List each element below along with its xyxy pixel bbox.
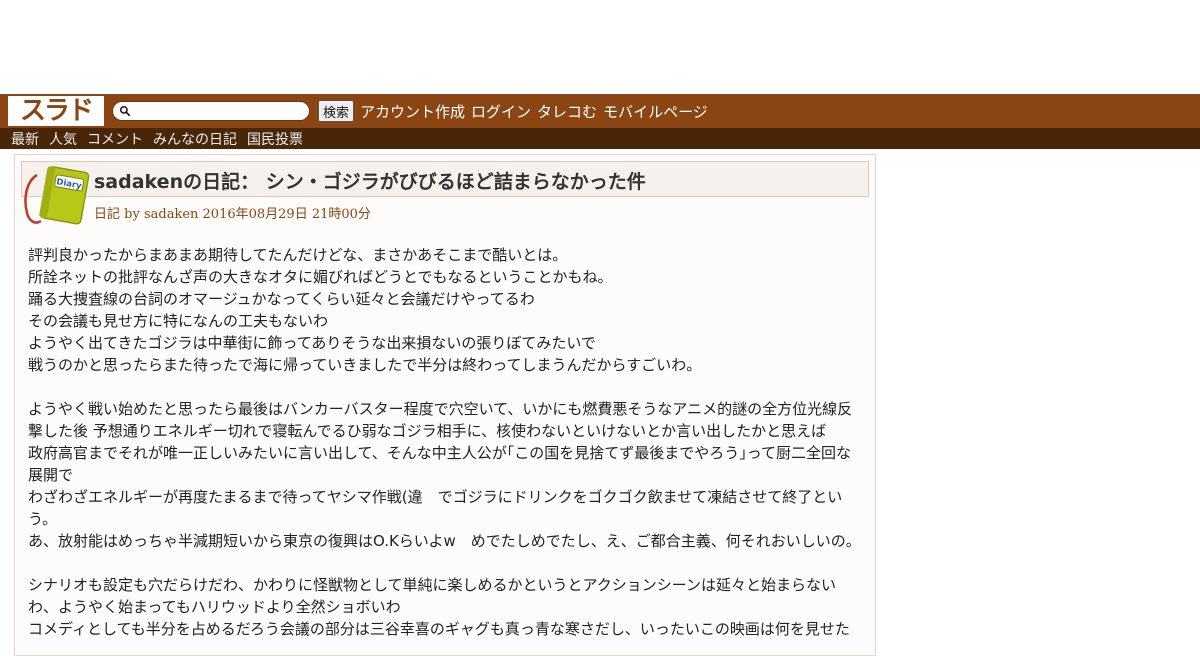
body-line: 戦うのかと思ったらまた待ったで海に帰っていきましたで半分は終わってしまうんだから…: [28, 356, 702, 374]
login-link[interactable]: ログイン: [471, 101, 531, 122]
site-logo[interactable]: スラド: [8, 96, 104, 126]
submit-story-link[interactable]: タレコむ: [537, 101, 597, 122]
body-line: コメディとしても半分を占めるだろう会議の部分は三谷幸喜のギャグも真っ青な寒さだし…: [28, 620, 850, 638]
article-title[interactable]: sadakenの日記： シン・ゴジラがびびるほど詰まらなかった件: [94, 167, 646, 194]
body-line: 所詮ネットの批評なんざ声の大きなオタに媚びればどうとでもなるということかもね。: [28, 268, 613, 286]
body-line: ようやく出てきたゴジラは中華街に飾ってありそうな出来損ないの張りぼてみたいで: [28, 334, 596, 352]
body-line: 評判良かったからまあまあ期待してたんだけどな、まさかあそこまで酷いとは。: [28, 246, 568, 264]
body-line: シナリオも設定も穴だらけだわ、かわりに怪獣物として単純に楽しめるかというとアクシ…: [28, 576, 837, 616]
body-line: あ、放射能はめっちゃ半減期短いから東京の復興はO.Kらいよw めでたしめでたし、…: [28, 532, 861, 550]
mobile-page-link[interactable]: モバイルページ: [603, 101, 708, 122]
search-box: [112, 101, 310, 121]
nav-everyones-diary[interactable]: みんなの日記: [153, 129, 237, 149]
nav-comments[interactable]: コメント: [87, 129, 143, 149]
ad-space: [0, 0, 1200, 94]
body-line: 踊る大捜査線の台詞のオマージュかなってくらい延々と会議だけやってるわ: [28, 290, 535, 308]
body-line: ようやく戦い始めたと思ったら最後はバンカーバスター程度で穴空いて、いかにも燃費悪…: [28, 400, 853, 440]
article-body: 評判良かったからまあまあ期待してたんだけどな、まさかあそこまで酷いとは。 所詮ネ…: [28, 244, 864, 640]
site-header: スラド 検索 アカウント作成 ログイン タレコむ モバイルページ: [0, 94, 1200, 128]
nav-popular[interactable]: 人気: [49, 129, 77, 149]
nav-polls[interactable]: 国民投票: [247, 129, 303, 149]
search-input[interactable]: [131, 103, 309, 119]
section-nav: 最新 人気 コメント みんなの日記 国民投票: [0, 128, 1200, 149]
body-line: 政府高官までそれが唯一正しいみたいに言い出して、そんな中主人公が｢この国を見捨て…: [28, 444, 852, 484]
nav-latest[interactable]: 最新: [11, 129, 39, 149]
search-icon: [119, 105, 130, 116]
search-button[interactable]: 検索: [318, 100, 355, 122]
article-byline: 日記 by sadaken 2016年08月29日 21時00分: [94, 203, 371, 222]
category-link[interactable]: 日記: [94, 207, 120, 222]
diary-article: sadakenの日記： シン・ゴジラがびびるほど詰まらなかった件 Diary 日…: [14, 154, 876, 656]
create-account-link[interactable]: アカウント作成: [360, 101, 465, 122]
article-title-bar: sadakenの日記： シン・ゴジラがびびるほど詰まらなかった件: [21, 161, 869, 197]
author-and-date: by sadaken 2016年08月29日 21時00分: [124, 207, 371, 222]
body-line: その会議も見せ方に特になんの工夫もないわ: [28, 312, 329, 330]
body-line: わざわざエネルギーが再度たまるまで待ってヤシマ作戦(違 でゴジラにドリンクをゴク…: [28, 488, 843, 528]
diary-notebook-icon: Diary: [24, 166, 90, 225]
